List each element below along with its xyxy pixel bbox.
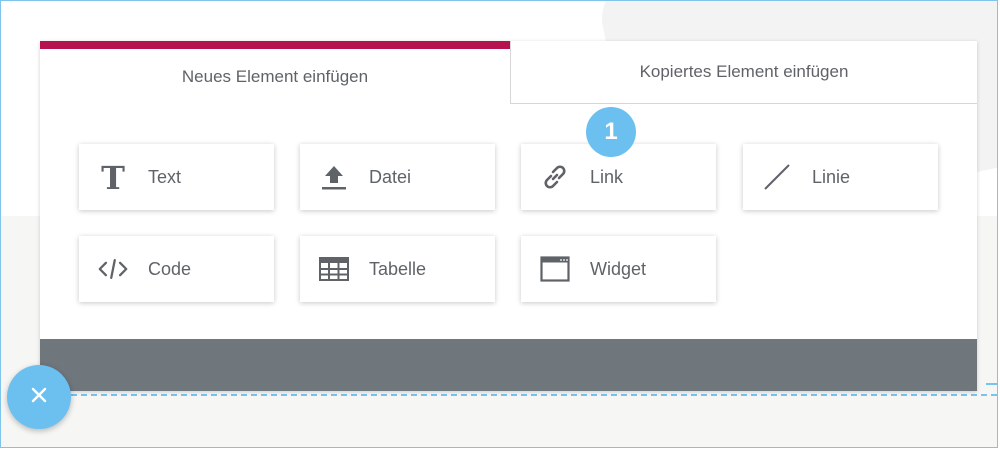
code-icon	[98, 254, 128, 284]
element-table-label: Tabelle	[369, 258, 427, 279]
drop-zone-line	[71, 394, 997, 396]
text-icon: T	[98, 162, 128, 192]
close-icon	[29, 385, 49, 410]
step-badge-number: 1	[604, 118, 618, 145]
panel-tabs: Neues Element einfügen Kopiertes Element…	[40, 41, 977, 104]
upload-icon	[319, 162, 349, 192]
tab-new-element[interactable]: Neues Element einfügen	[40, 41, 510, 104]
close-button[interactable]	[7, 365, 71, 429]
element-text-button[interactable]: T Text	[79, 144, 274, 210]
insert-element-panel: Neues Element einfügen Kopiertes Element…	[40, 41, 977, 391]
element-text-label: Text	[148, 166, 182, 187]
tab-copied-element[interactable]: Kopiertes Element einfügen	[510, 41, 977, 104]
screenshot-frame: Neues Element einfügen Kopiertes Element…	[0, 0, 998, 448]
element-code-label: Code	[148, 258, 192, 279]
link-icon	[540, 162, 570, 192]
widget-icon	[540, 254, 570, 284]
element-file-label: Datei	[369, 166, 412, 187]
element-widget-label: Widget	[590, 258, 647, 279]
element-link-label: Link	[590, 166, 624, 187]
element-code-button[interactable]: Code	[79, 236, 274, 302]
element-file-button[interactable]: Datei	[300, 144, 495, 210]
table-icon	[319, 254, 349, 284]
line-icon	[762, 162, 792, 192]
step-badge: 1	[586, 107, 636, 157]
element-line-button[interactable]: Linie	[743, 144, 938, 210]
element-line-label: Linie	[812, 166, 851, 187]
svg-text:T: T	[101, 162, 125, 192]
element-widget-button[interactable]: Widget	[521, 236, 716, 302]
panel-footer	[40, 339, 977, 391]
tab-new-element-label: Neues Element einfügen	[181, 66, 369, 86]
tab-copied-element-label: Kopiertes Element einfügen	[639, 62, 849, 81]
element-table-button[interactable]: Tabelle	[300, 236, 495, 302]
drop-zone-line-end	[986, 383, 997, 385]
